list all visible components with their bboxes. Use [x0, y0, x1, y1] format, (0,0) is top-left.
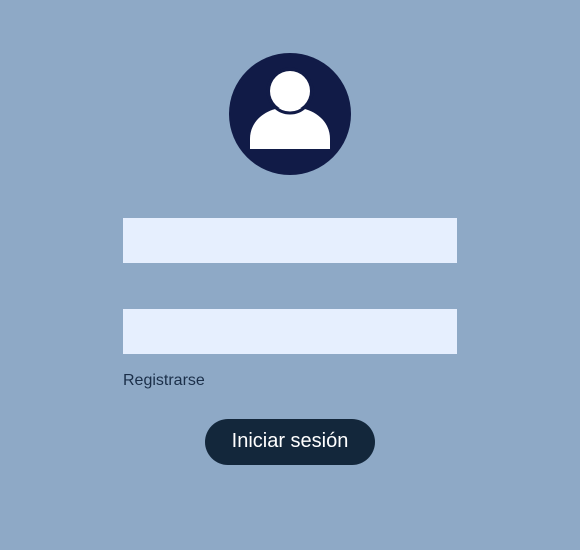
avatar — [229, 53, 351, 175]
password-field[interactable] — [123, 309, 457, 354]
register-link[interactable]: Registrarse — [123, 371, 205, 391]
login-screen: Registrarse Iniciar sesión — [0, 0, 580, 550]
user-profile-icon — [250, 67, 330, 149]
username-field[interactable] — [123, 218, 457, 263]
login-button[interactable]: Iniciar sesión — [205, 419, 375, 465]
